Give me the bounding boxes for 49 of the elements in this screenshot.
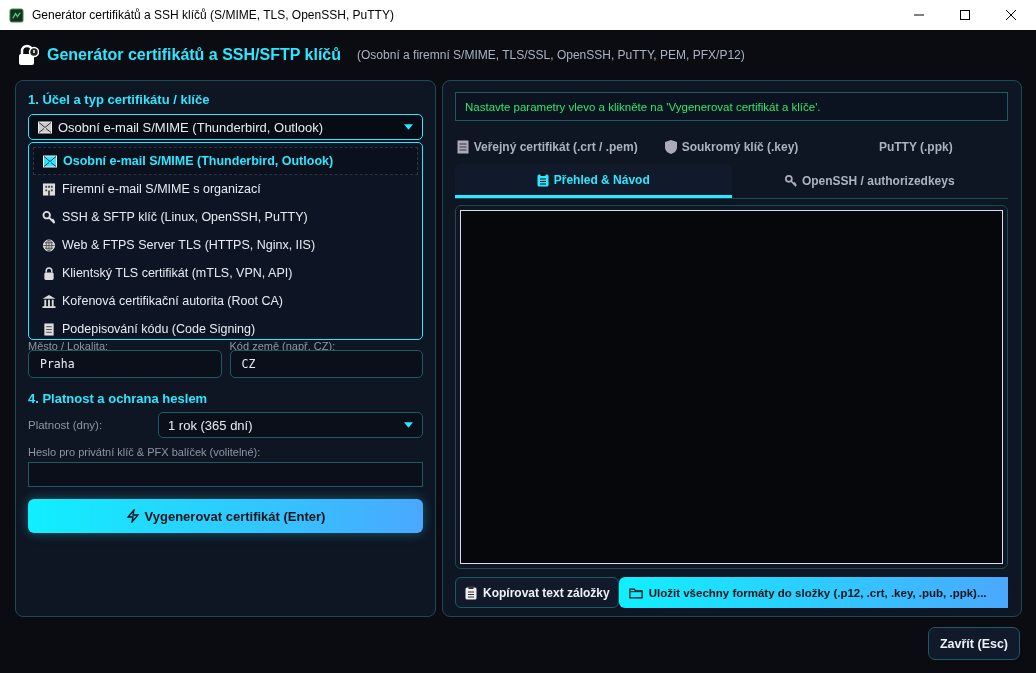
tab[interactable]: Soukromý klíč (.key) bbox=[639, 130, 824, 164]
caret-icon bbox=[404, 124, 413, 130]
field-label: Heslo pro privátní klíč & PFX balíček (volitelné): bbox=[28, 446, 262, 459]
tab[interactable]: PuTTY (.ppk) bbox=[823, 130, 1008, 164]
dropdown-option[interactable]: Firemní e-mail S/MIME s organizací bbox=[33, 175, 418, 203]
lightning-icon bbox=[125, 509, 140, 523]
lock-icon bbox=[17, 44, 39, 66]
city-field[interactable]: Praha bbox=[28, 350, 222, 378]
section-heading: 4. Platnost a ochrana heslem bbox=[28, 391, 209, 406]
globe-icon bbox=[42, 238, 56, 252]
type-dropdown[interactable]: Osobní e-mail S/MIME (Thunderbird, Outlook) bbox=[28, 114, 423, 140]
app-icon bbox=[9, 7, 24, 23]
status-message: Nastavte parametry vlevo a klikněte na 'Vygenerovat certifikát a klíče'. bbox=[455, 92, 1008, 121]
save-button[interactable]: Uložit všechny formáty do složky (.p12, .crt, .key, .pub, .ppk)... bbox=[618, 577, 1008, 608]
envelope-icon bbox=[43, 154, 57, 168]
scroll-icon bbox=[42, 322, 56, 336]
password-field[interactable] bbox=[28, 462, 423, 487]
window-title: Generátor certifikátů a SSH klíčů (S/MIME, TLS, OpenSSH, PuTTY) bbox=[32, 8, 395, 22]
copy-button[interactable]: Kopírovat text záložky bbox=[455, 577, 619, 608]
building-icon bbox=[42, 182, 56, 196]
dropdown-option[interactable]: Osobní e-mail S/MIME (Thunderbird, Outlook) bbox=[33, 147, 418, 175]
close-icon[interactable] bbox=[1006, 10, 1016, 20]
clipboard-icon bbox=[536, 172, 549, 187]
shield-icon bbox=[664, 140, 677, 154]
country-field[interactable]: CZ bbox=[229, 350, 423, 378]
clipboard-icon bbox=[464, 585, 478, 600]
document-icon bbox=[456, 140, 469, 154]
app-title: Generátor certifikátů a SSH/SFTP klíčů bbox=[47, 46, 342, 64]
envelope-icon bbox=[38, 120, 52, 134]
tab[interactable]: Veřejný certifikát (.crt / .pem) bbox=[455, 130, 640, 164]
caret-icon bbox=[404, 422, 413, 428]
dropdown-option[interactable]: SSH & SFTP klíč (Linux, OpenSSH, PuTTY) bbox=[33, 203, 418, 231]
app-subtitle: (Osobní a firemní S/MIME, TLS/SSL, OpenSSH, PuTTY, PEM, PFX/P12) bbox=[357, 48, 745, 62]
field-label: Město / Lokalita: bbox=[28, 340, 110, 353]
folder-icon bbox=[628, 585, 643, 600]
section-heading: 1. Účel a typ certifikátu / klíče bbox=[28, 92, 211, 107]
generate-button[interactable]: Vygenerovat certifikát (Enter) bbox=[28, 499, 423, 533]
dropdown-option[interactable]: Podepisování kódu (Code Signing) bbox=[33, 315, 418, 343]
dropdown-option[interactable]: Kořenová certifikační autorita (Root CA) bbox=[33, 287, 418, 315]
tab[interactable]: Přehled & Návod bbox=[455, 164, 732, 198]
field-label: Platnost (dny): bbox=[28, 419, 104, 431]
validity-dropdown[interactable]: 1 rok (365 dní) bbox=[158, 412, 423, 438]
dropdown-option[interactable]: Klientský TLS certifikát (mTLS, VPN, API) bbox=[33, 259, 418, 287]
bank-icon bbox=[42, 294, 56, 308]
maximize-icon[interactable] bbox=[960, 10, 970, 20]
close-button[interactable]: Zavřít (Esc) bbox=[928, 627, 1020, 660]
padlock-icon bbox=[42, 266, 56, 280]
tab[interactable]: OpenSSH / authorizedkeys bbox=[731, 164, 1008, 198]
dropdown-option[interactable]: Web & FTPS Server TLS (HTTPS, Nginx, IIS) bbox=[33, 231, 418, 259]
